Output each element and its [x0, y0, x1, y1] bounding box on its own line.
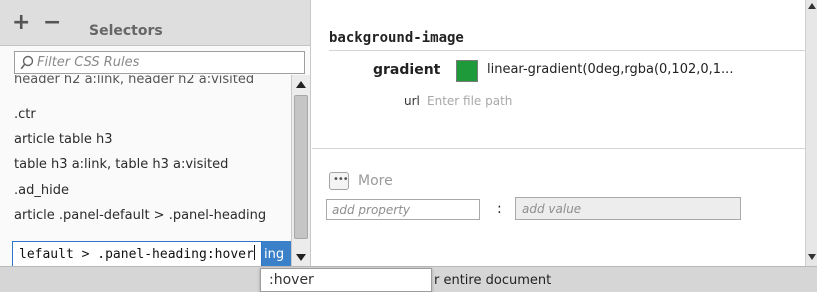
- selector-item[interactable]: article table h3: [14, 132, 112, 147]
- selectors-title: Selectors: [89, 23, 163, 39]
- selector-edit-input[interactable]: lefault > .panel-heading:hover: [12, 241, 262, 269]
- remove-selector-button[interactable]: −: [43, 12, 61, 34]
- filter-css-rules-input[interactable]: [37, 54, 299, 71]
- autocomplete-dropdown: :hover: [260, 268, 432, 292]
- add-property-input[interactable]: [326, 199, 480, 220]
- selector-list: header h2 a:link, header h2 a:visited .c…: [0, 75, 290, 242]
- more-button[interactable]: •••: [329, 172, 349, 190]
- text-caret: [253, 245, 255, 260]
- url-label: url: [404, 94, 420, 108]
- selector-item[interactable]: article .panel-default > .panel-heading: [14, 208, 266, 223]
- selectors-panel: + − Selectors header h2 a:link, header h…: [0, 0, 311, 269]
- search-icon: [20, 55, 34, 70]
- selector-item[interactable]: header h2 a:link, header h2 a:visited: [14, 75, 254, 87]
- filter-box[interactable]: [14, 51, 305, 74]
- selectors-header: + − Selectors: [0, 0, 310, 46]
- gradient-label: gradient: [373, 62, 441, 78]
- gradient-value[interactable]: linear-gradient(0deg,rgba(0,102,0,1...: [487, 62, 733, 77]
- selected-selector-tail[interactable]: ing: [262, 241, 291, 269]
- property-section-title: background-image: [329, 30, 464, 46]
- scrollbar-thumb[interactable]: [294, 95, 308, 239]
- section-divider: [312, 148, 805, 149]
- url-file-path-input[interactable]: [427, 92, 647, 110]
- selector-item[interactable]: .ad_hide: [14, 183, 69, 198]
- more-label[interactable]: More: [358, 173, 393, 189]
- properties-panel: background-image gradient linear-gradien…: [312, 0, 805, 266]
- status-text: r entire document: [434, 273, 552, 288]
- autocomplete-item[interactable]: :hover: [269, 272, 314, 288]
- properties-scrollbar[interactable]: [805, 0, 817, 266]
- section-divider: [329, 50, 805, 51]
- selector-item[interactable]: .ctr: [14, 107, 36, 122]
- property-colon: :: [497, 201, 502, 217]
- more-icon: •••: [333, 174, 349, 185]
- scroll-down-arrow-icon[interactable]: [296, 254, 306, 261]
- add-value-input[interactable]: [515, 197, 741, 220]
- gradient-color-swatch[interactable]: [456, 60, 478, 82]
- selector-edit-text: lefault > .panel-heading:hover: [19, 247, 254, 262]
- scroll-up-arrow-icon[interactable]: [296, 81, 306, 88]
- add-selector-button[interactable]: +: [12, 12, 30, 34]
- scroll-down-arrow-icon[interactable]: [808, 254, 816, 260]
- selector-list-scrollbar[interactable]: [291, 75, 310, 267]
- scroll-up-arrow-icon[interactable]: [808, 3, 816, 9]
- selector-item[interactable]: table h3 a:link, table h3 a:visited: [14, 157, 228, 172]
- selector-edit-row: lefault > .panel-heading:hover ing: [12, 241, 291, 269]
